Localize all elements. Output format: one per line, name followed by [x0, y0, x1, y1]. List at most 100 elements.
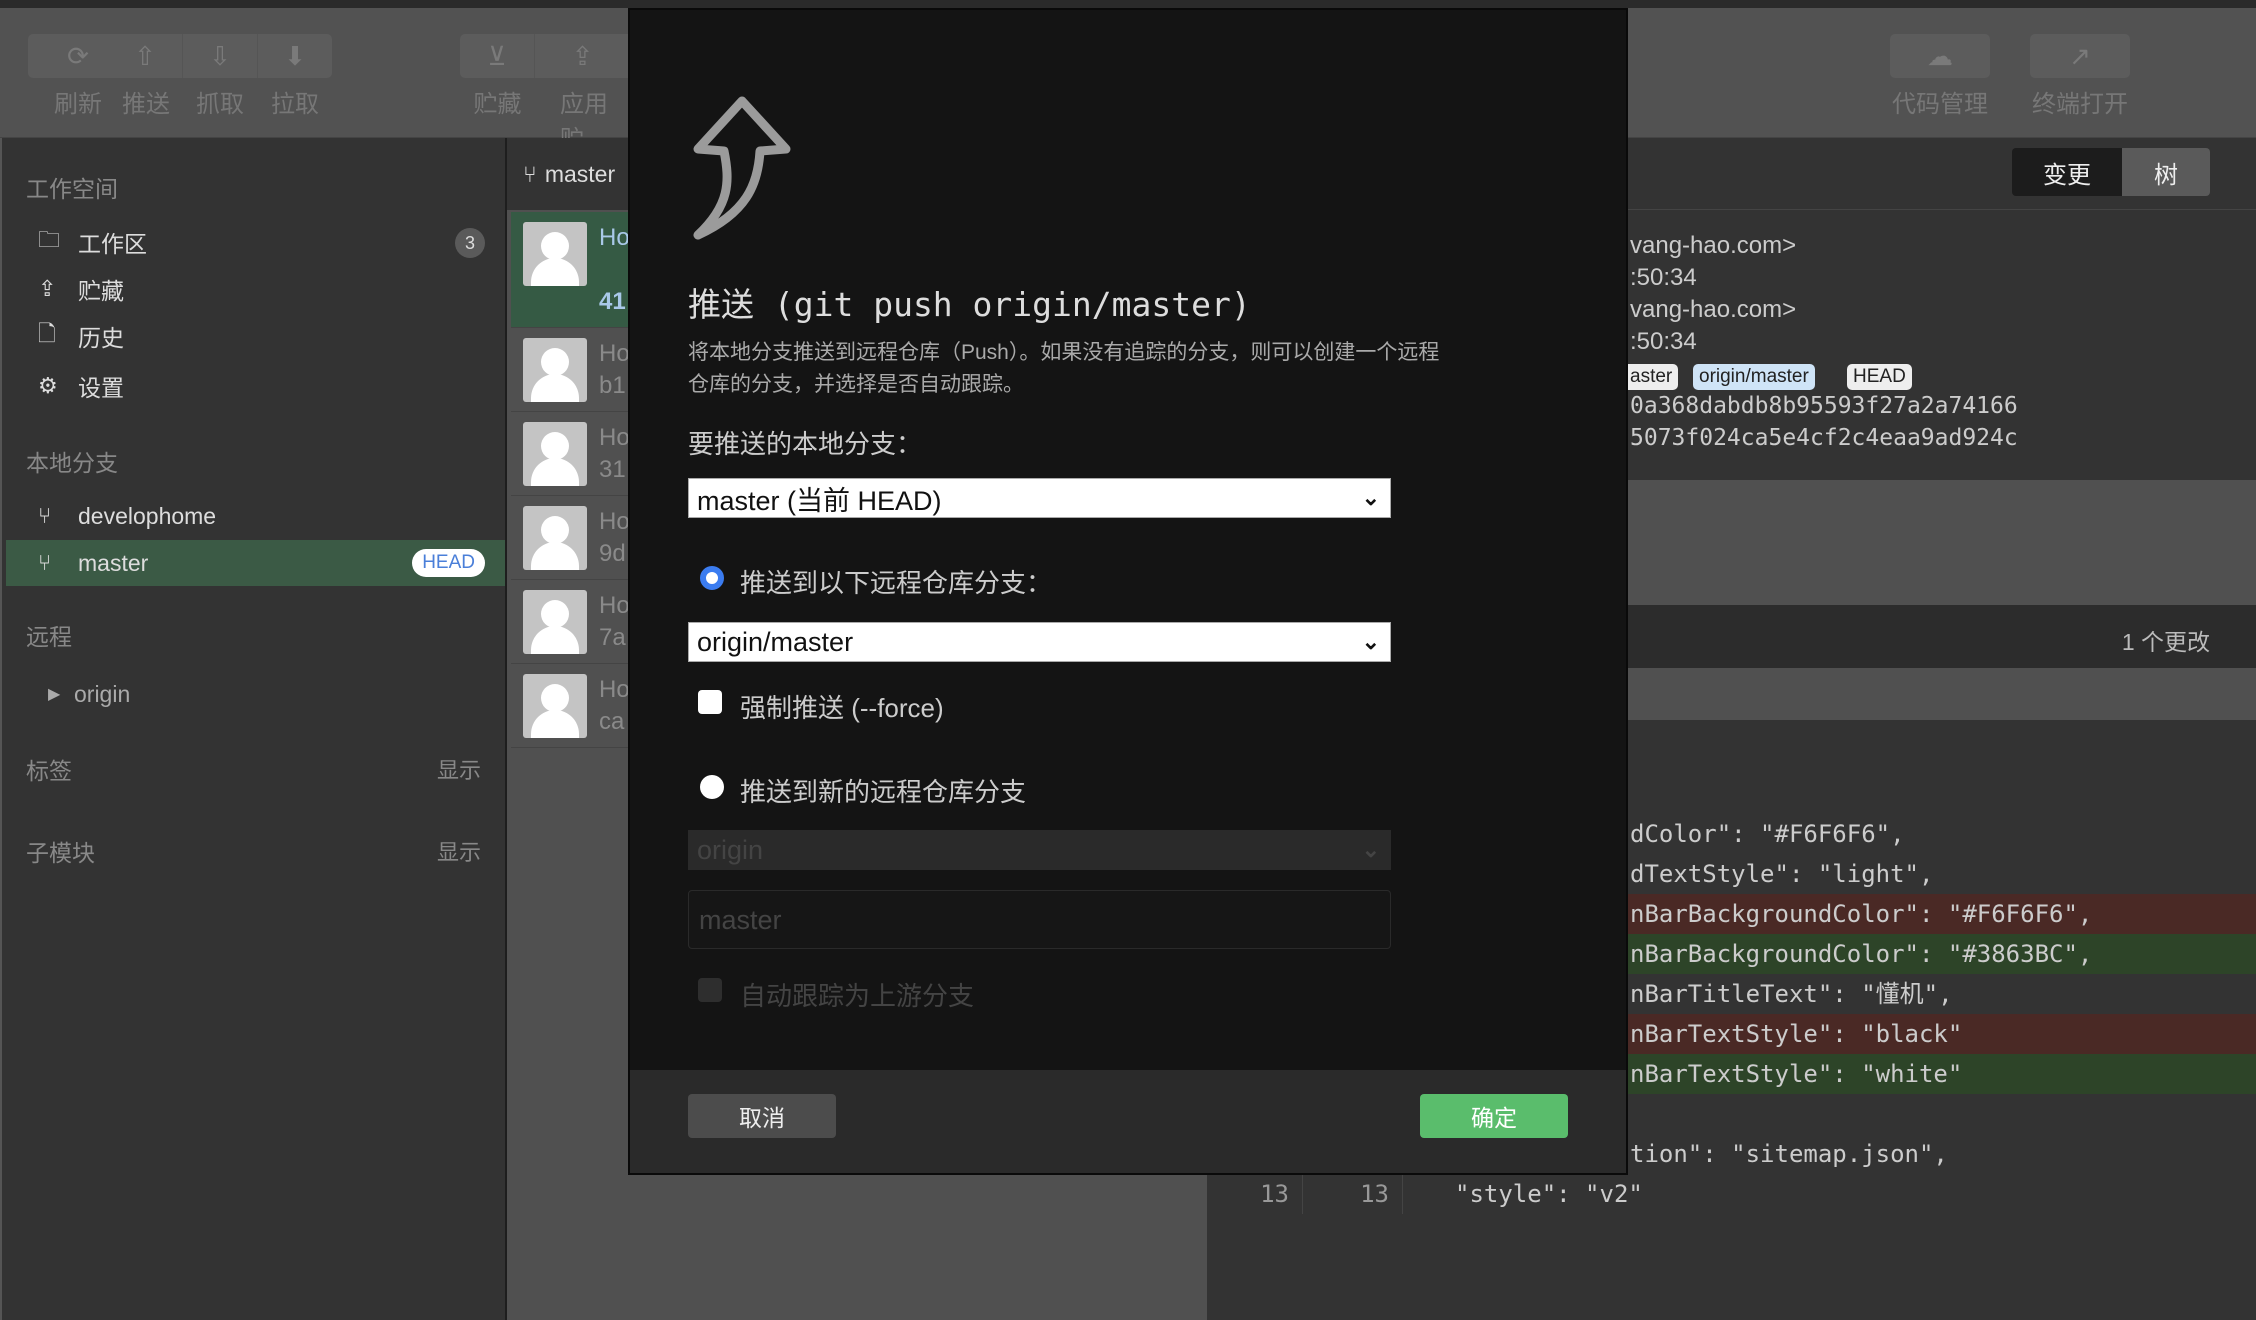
committer-email: vang-hao.com> — [1630, 296, 1797, 323]
remote-item-origin[interactable]: ▶ origin — [6, 671, 505, 717]
ref-tag-origin-master: origin/master — [1693, 364, 1815, 390]
diff-line-text: nBarTextStyle": "white" — [1630, 1060, 1963, 1088]
old-line-number: 13 — [1260, 1180, 1289, 1208]
new-remote-select[interactable]: origin ⌄ — [688, 830, 1391, 870]
branch-item-master[interactable]: ⑂ master HEAD — [6, 540, 505, 586]
local-branches-title: 本地分支 — [26, 450, 118, 476]
stash-button[interactable]: ⊻ — [460, 34, 535, 78]
current-branch-label: master — [544, 160, 616, 187]
commit-hash: 31 — [599, 456, 626, 483]
author-email: vang-hao.com> — [1630, 232, 1797, 259]
diff-line: 13 13 "style": "v2" — [1207, 1174, 2256, 1214]
fetch-icon: ⇩ — [209, 40, 231, 71]
avatar — [523, 590, 587, 654]
code-manage-label: 代码管理 — [1892, 91, 1988, 118]
parent-hash: 5073f024ca5e4cf2c4eaa9ad924c — [1630, 425, 2018, 451]
new-line-number: 13 — [1360, 1180, 1389, 1208]
sidebar-item-history[interactable]: 🗋 历史 — [6, 313, 505, 359]
sidebar-item-label: 贮藏 — [78, 278, 124, 304]
option-existing-label: 推送到以下远程仓库分支： — [740, 568, 1053, 598]
terminal-open-button[interactable]: ↗ — [2030, 34, 2130, 78]
stash-label: 贮藏 — [473, 91, 522, 118]
radio-existing-remote[interactable] — [700, 566, 724, 590]
fetch-button[interactable]: ⇩ — [183, 34, 258, 78]
stash-icon: ⇪ — [38, 276, 57, 301]
tab-tree[interactable]: 树 — [2122, 148, 2210, 196]
radio-new-remote[interactable] — [700, 775, 724, 799]
commit-hash: ca — [599, 708, 625, 735]
tab-changes[interactable]: 变更 — [2012, 148, 2122, 196]
dialog-title: 推送 (git push origin/master) — [688, 285, 1251, 324]
pull-icon: ⬇ — [284, 40, 306, 71]
push-arrow-icon — [693, 96, 791, 240]
remote-branch-value: origin/master — [697, 626, 854, 657]
track-upstream-checkbox[interactable] — [698, 978, 722, 1002]
branch-item-develophome[interactable]: ⑂ develophome — [6, 493, 505, 539]
option-new-label: 推送到新的远程仓库分支 — [740, 777, 1027, 807]
push-button[interactable]: ⇧ — [108, 34, 183, 78]
force-label: 强制推送 (--force) — [740, 693, 944, 723]
sidebar: 工作空间 🗀 工作区 3 ⇪ 贮藏 🗋 历史 ⚙ 设置 本地分支 ⑂ develophome… — [0, 138, 505, 1320]
commit-hash: 7a — [599, 624, 626, 651]
new-remote-value: origin — [697, 834, 764, 865]
ok-button[interactable]: 确定 — [1420, 1094, 1568, 1138]
commit-title: Ho — [599, 224, 630, 251]
diff-line-text: nBarBackgroundColor": "#F6F6F6", — [1630, 900, 2093, 928]
chevron-down-icon: ⌄ — [1361, 485, 1380, 510]
local-branch-label: 要推送的本地分支： — [688, 429, 923, 459]
caret-right-icon[interactable]: ▶ — [48, 684, 74, 704]
dialog-description: 将本地分支推送到远程仓库（Push）。如果没有追踪的分支，则可以创建一个远程 — [688, 341, 1440, 364]
chevron-down-icon: ⌄ — [1361, 837, 1380, 862]
local-branch-select[interactable]: master (当前 HEAD) ⌄ — [688, 478, 1391, 518]
sidebar-item-label: 历史 — [78, 325, 124, 351]
sidebar-item-label: 工作区 — [78, 231, 147, 257]
apply-stash-button[interactable]: ⇪ — [535, 34, 630, 78]
branch-icon: ⑂ — [38, 550, 52, 575]
window-top-strip — [0, 0, 2256, 8]
commit-title: Ho — [599, 340, 630, 367]
head-badge: HEAD — [412, 549, 485, 577]
remote-branch-select[interactable]: origin/master ⌄ — [688, 622, 1391, 662]
commit-title: Ho — [599, 508, 630, 535]
commit-hash-full: 0a368dabdb8b95593f27a2a74166 — [1630, 393, 2018, 419]
diff-line-text: dColor": "#F6F6F6", — [1630, 820, 1905, 848]
count-badge: 3 — [455, 228, 485, 258]
tags-show-button[interactable]: 显示 — [437, 753, 481, 785]
refresh-icon: ⟳ — [67, 40, 89, 71]
commit-title: Ho — [599, 676, 630, 703]
branch-icon: ⑂ — [523, 160, 537, 187]
avatar — [523, 422, 587, 486]
branch-icon: ⑂ — [38, 503, 52, 528]
diff-line-text: nBarBackgroundColor": "#3863BC", — [1630, 940, 2093, 968]
push-icon: ⇧ — [134, 40, 156, 71]
submodules-section-title: 子模块 — [26, 840, 95, 866]
commit-title: Ho — [599, 592, 630, 619]
commit-hash: 9d — [599, 540, 626, 567]
submodules-show-button[interactable]: 显示 — [437, 835, 481, 867]
dialog-description: 仓库的分支，并选择是否自动跟踪。 — [688, 373, 1024, 396]
avatar — [523, 674, 587, 738]
author-date: :50:34 — [1630, 264, 1697, 291]
commit-title: Ho — [599, 424, 630, 451]
cloud-icon: ☁ — [1927, 40, 1953, 71]
commit-date: :50:34 — [1630, 328, 1697, 355]
diff-line-text: dTextStyle": "light", — [1630, 860, 1934, 888]
sidebar-item-settings[interactable]: ⚙ 设置 — [6, 363, 505, 409]
sidebar-item-stash[interactable]: ⇪ 贮藏 — [6, 266, 505, 312]
local-branch-value: master (当前 HEAD) — [697, 485, 942, 516]
cancel-button[interactable]: 取消 — [688, 1094, 836, 1138]
diff-line-text: "style": "v2" — [1455, 1180, 1643, 1208]
branch-label: master — [78, 549, 149, 576]
force-checkbox[interactable] — [698, 690, 722, 714]
code-manage-button[interactable]: ☁ — [1890, 34, 1990, 78]
pull-button[interactable]: ⬇ — [258, 34, 332, 78]
terminal-open-icon: ↗ — [2069, 40, 2091, 71]
diff-line-text: nBarTextStyle": "black" — [1630, 1020, 1963, 1048]
sidebar-item-workspace[interactable]: 🗀 工作区 3 — [6, 219, 505, 265]
avatar — [523, 222, 587, 286]
folder-icon: 🗀 — [38, 227, 61, 252]
new-branch-placeholder: master — [699, 905, 782, 935]
terminal-open-label: 终端打开 — [2032, 91, 2128, 118]
new-branch-input[interactable]: master — [688, 890, 1391, 949]
branch-label: develophome — [78, 502, 217, 529]
